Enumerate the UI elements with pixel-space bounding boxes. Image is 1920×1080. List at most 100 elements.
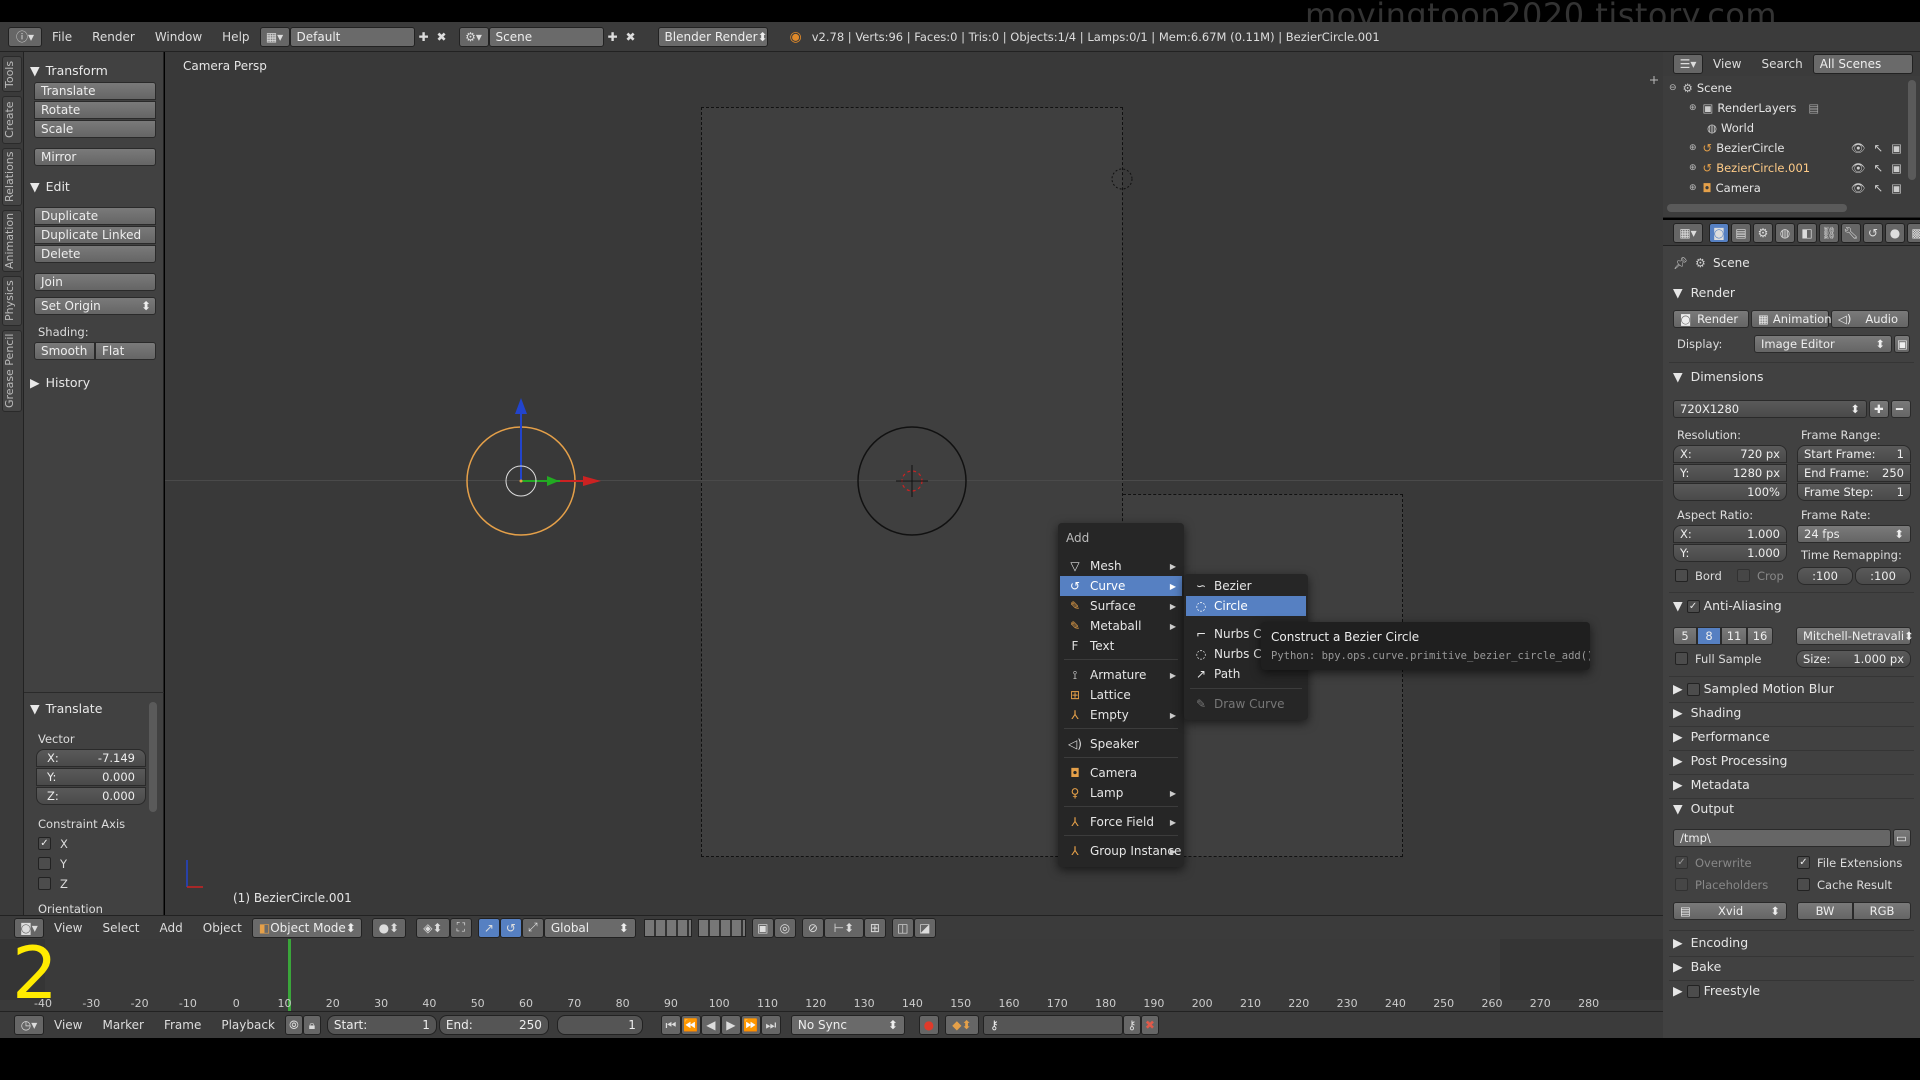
aspect-x-field[interactable]: X: 1.000: [1673, 525, 1787, 543]
aa-filter-select[interactable]: Mitchell-Netravali ⬍: [1796, 627, 1914, 645]
outliner-row-beziercircle-001[interactable]: ⊕ ↺ BezierCircle.001 👁︎↖▣: [1663, 158, 1920, 178]
outliner-view-menu[interactable]: View: [1703, 54, 1751, 74]
output-path-field[interactable]: /tmp\: [1673, 829, 1891, 847]
outliner-row-world[interactable]: ◍ World: [1663, 118, 1920, 138]
outliner-search-menu[interactable]: Search: [1751, 54, 1812, 74]
object-menu[interactable]: Object: [193, 918, 252, 938]
aa-size-field[interactable]: Size: 1.000 px: [1796, 650, 1911, 668]
select-menu[interactable]: Select: [92, 918, 149, 938]
sampled-motion-blur-header[interactable]: ▶ Sampled Motion Blur: [1673, 680, 1834, 698]
constraint-x-checkbox[interactable]: ✓: [38, 837, 51, 850]
aa-samples-11[interactable]: 11: [1721, 627, 1747, 645]
panel-edit-header[interactable]: ▼ Edit: [30, 176, 160, 196]
submenu-item-draw-curve[interactable]: ✎ Draw Curve: [1186, 694, 1306, 714]
menu-window[interactable]: Window: [145, 27, 212, 47]
translate-button[interactable]: Translate: [34, 82, 156, 100]
vector-x-field[interactable]: X: -7.149: [36, 749, 146, 767]
render-preset-select[interactable]: 720X1280 ⬍: [1673, 400, 1867, 418]
bw-button[interactable]: BW: [1797, 902, 1853, 920]
editor-type-timeline-icon[interactable]: ◷▾: [14, 1015, 44, 1035]
snap-toggle-icon[interactable]: ⊘: [801, 917, 824, 938]
render-panel-header[interactable]: ▼ Render: [1673, 284, 1735, 302]
res-x-field[interactable]: X: 720 px: [1673, 445, 1787, 463]
time-remap-new-field[interactable]: :100: [1855, 567, 1911, 585]
keying-set-field[interactable]: ⚷: [982, 1015, 1123, 1035]
play-icon[interactable]: ▶: [720, 1015, 741, 1035]
vector-y-field[interactable]: Y: 0.000: [36, 768, 146, 786]
join-button[interactable]: Join: [34, 273, 156, 291]
render-engine-select[interactable]: Blender Render ⬍: [657, 26, 768, 47]
scene-icon[interactable]: ⚙▾: [458, 26, 489, 47]
scene-field[interactable]: Scene: [488, 26, 604, 47]
add-scene-icon[interactable]: ✚: [604, 28, 622, 46]
performance-panel-header[interactable]: ▶ Performance: [1673, 728, 1770, 746]
full-sample-checkbox[interactable]: [1675, 652, 1688, 665]
data-tab-icon[interactable]: ↺: [1863, 223, 1883, 243]
menu-item-mesh[interactable]: ▽ Mesh ▶: [1060, 556, 1182, 576]
menu-item-armature[interactable]: ⟟ Armature ▶: [1060, 665, 1182, 685]
timeline-marker-menu[interactable]: Marker: [92, 1015, 153, 1035]
menu-item-metaball[interactable]: ✎ Metaball ▶: [1060, 616, 1182, 636]
end-frame-prop-field[interactable]: End Frame: 250: [1797, 464, 1911, 482]
animation-button[interactable]: ▦ Animation: [1751, 310, 1832, 328]
menu-item-force-field[interactable]: ⅄ Force Field ▶: [1060, 812, 1182, 832]
anti-aliasing-panel-header[interactable]: ▼ ✓ Anti-Aliasing: [1673, 597, 1782, 615]
next-keyframe-icon[interactable]: ⏩: [740, 1015, 761, 1035]
gizmo-y-arrow[interactable]: [547, 476, 559, 486]
add-layout-icon[interactable]: ✚: [415, 28, 433, 46]
outliner-row-beziercircle[interactable]: ⊕ ↺ BezierCircle 👁︎↖▣: [1663, 138, 1920, 158]
outliner[interactable]: ⊖ ⚙ Scene ⊕ ▣ RenderLayers ▤ ◍ World ⊕ ↺ BezierC…: [1663, 76, 1920, 218]
menu-render[interactable]: Render: [82, 27, 145, 47]
panel-history-header[interactable]: ▶ History: [30, 372, 160, 392]
time-remap-old-field[interactable]: :100: [1797, 567, 1853, 585]
duplicate-button[interactable]: Duplicate: [34, 207, 156, 225]
timeline[interactable]: 2 -40 -30 -20 -10 0 10 20 30 40 50 60 70 80 90 100 110 1…: [0, 931, 1663, 1015]
transform-orientation-select[interactable]: Global ⬍: [543, 917, 636, 938]
jump-end-icon[interactable]: ⏭: [760, 1015, 781, 1035]
render-tab-icon[interactable]: ◙: [1709, 223, 1729, 243]
crop-checkbox[interactable]: [1737, 569, 1750, 582]
play-reverse-icon[interactable]: ◀: [700, 1015, 721, 1035]
flat-button[interactable]: Flat: [95, 342, 156, 360]
timeline-view-menu[interactable]: View: [44, 1015, 92, 1035]
insert-keyframe-icon[interactable]: ⚷: [1122, 1015, 1141, 1035]
material-tab-icon[interactable]: ●: [1885, 223, 1905, 243]
menu-item-speaker[interactable]: ◁) Speaker: [1060, 734, 1182, 754]
outliner-v-scrollbar[interactable]: [1908, 80, 1916, 180]
menu-item-text[interactable]: F Text: [1060, 636, 1182, 656]
viewport-shading-icon[interactable]: ●⬍: [371, 917, 406, 938]
layers-grid-a[interactable]: [643, 918, 692, 937]
scene-tab-icon[interactable]: ⚙: [1753, 223, 1773, 243]
res-percent-field[interactable]: 100%: [1673, 483, 1787, 501]
motion-blur-checkbox[interactable]: [1686, 683, 1700, 696]
start-frame-prop-field[interactable]: Start Frame: 1: [1797, 445, 1911, 463]
tab-physics[interactable]: Physics: [2, 276, 22, 326]
rgb-button[interactable]: RGB: [1853, 902, 1911, 920]
visibility-icons[interactable]: 👁︎↖▣: [1851, 161, 1910, 175]
timeline-frame-menu[interactable]: Frame: [154, 1015, 211, 1035]
add-menu-button[interactable]: Add: [150, 918, 193, 938]
menu-item-lattice[interactable]: ⊞ Lattice: [1060, 685, 1182, 705]
anti-aliasing-checkbox[interactable]: ✓: [1686, 600, 1700, 613]
encoding-panel-header[interactable]: ▶ Encoding: [1673, 934, 1748, 952]
res-y-field[interactable]: Y: 1280 px: [1673, 464, 1787, 482]
snap-element-icon[interactable]: ⊢⬍: [823, 917, 864, 938]
mirror-button[interactable]: Mirror: [34, 148, 156, 166]
menu-help[interactable]: Help: [212, 27, 259, 47]
tab-tools[interactable]: Tools: [2, 56, 22, 92]
duplicate-linked-button[interactable]: Duplicate Linked: [34, 226, 156, 244]
outliner-row-scene[interactable]: ⊖ ⚙ Scene: [1663, 78, 1920, 98]
sync-mode-select[interactable]: No Sync ⬍: [790, 1015, 905, 1035]
operator-panel-header[interactable]: ▼ Translate: [30, 698, 160, 718]
smooth-button[interactable]: Smooth: [34, 342, 95, 360]
layer-lock-icon[interactable]: ▣: [751, 917, 774, 938]
metadata-panel-header[interactable]: ▶ Metadata: [1673, 776, 1750, 794]
opengl-anim-icon[interactable]: ◪: [913, 917, 936, 938]
editor-type-info-icon[interactable]: ⓘ▾: [8, 26, 42, 47]
visibility-icons[interactable]: 👁︎↖▣: [1851, 141, 1910, 155]
texture-tab-icon[interactable]: ▩: [1907, 223, 1920, 243]
constraint-z-checkbox[interactable]: [38, 877, 51, 890]
scale-manipulator-icon[interactable]: ⤢: [521, 917, 544, 938]
pivot-point-icon[interactable]: ◈⬍: [415, 917, 450, 938]
menu-item-camera[interactable]: ◘ Camera: [1060, 763, 1182, 783]
